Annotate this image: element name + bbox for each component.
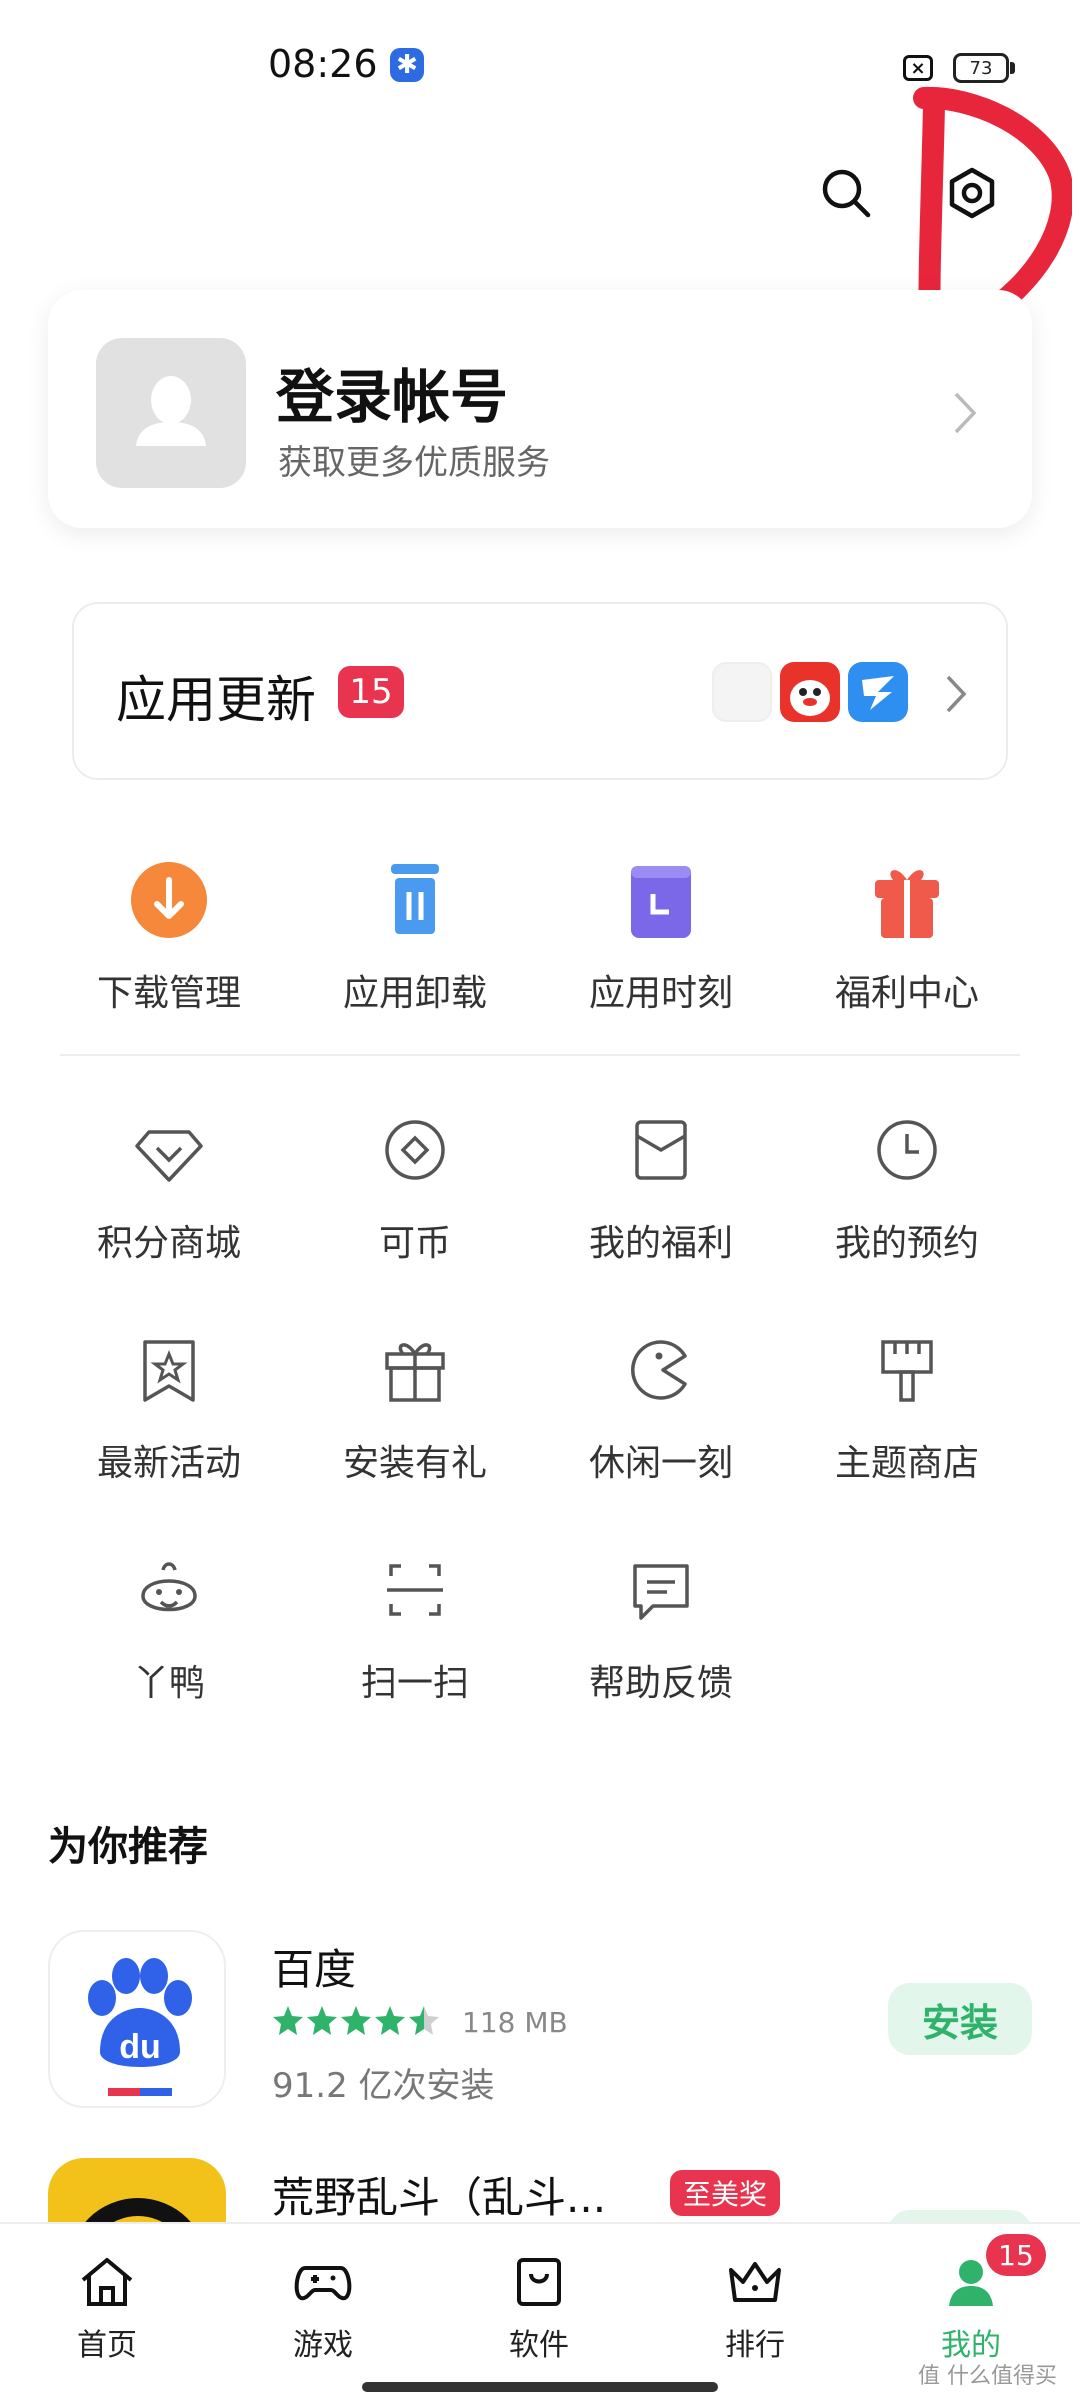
update-app-icon [780, 662, 840, 722]
person-icon [136, 376, 206, 446]
nav-ranking[interactable]: 排行 [680, 2250, 830, 2364]
grid-label: 丫鸭 [132, 1663, 205, 1704]
gamepad-icon [294, 2266, 352, 2301]
gift-icon [875, 870, 939, 938]
nav-label: 游戏 [293, 2328, 353, 2363]
app-update-label: 应用更新 [116, 671, 316, 729]
battery-tip [1010, 62, 1015, 74]
bag-icon [517, 2258, 561, 2306]
nav-apps[interactable]: 软件 [464, 2250, 614, 2364]
login-subtitle: 获取更多优质服务 [278, 443, 550, 483]
grid-label: 我的预约 [834, 1223, 979, 1264]
grid-label: 应用卸载 [342, 973, 487, 1014]
home-indicator[interactable] [362, 2382, 718, 2392]
install-button[interactable]: 安装 [888, 1983, 1032, 2055]
divider [60, 1054, 1020, 1056]
grid-label: 应用时刻 [588, 973, 733, 1014]
grid-label: 最新活动 [96, 1443, 241, 1484]
app-size: 118 MB [462, 2006, 568, 2039]
watermark: 值 什么值得买 [918, 2364, 1057, 2389]
app-moment-button[interactable]: 应用时刻 [538, 850, 784, 1016]
search-icon[interactable] [818, 165, 874, 221]
uninstall-button[interactable]: 应用卸载 [292, 850, 538, 1016]
chevron-right-icon [946, 675, 967, 713]
duck-button[interactable]: 丫鸭 [46, 1540, 292, 1706]
battery-indicator: 73 [953, 53, 1009, 83]
brush-icon [881, 1340, 933, 1402]
grid-label: 可币 [378, 1223, 451, 1264]
grid-label: 帮助反馈 [588, 1663, 733, 1704]
grid-label: 休闲一刻 [588, 1443, 733, 1484]
nav-label: 软件 [509, 2328, 569, 2363]
theme-store-button[interactable]: 主题商店 [784, 1320, 1030, 1486]
coin-icon [385, 1120, 445, 1180]
calendar-icon [631, 866, 691, 938]
my-welfare-button[interactable]: 我的福利 [538, 1100, 784, 1266]
help-feedback-button[interactable]: 帮助反馈 [538, 1540, 784, 1706]
nav-home[interactable]: 首页 [32, 2250, 182, 2364]
trash-icon [391, 864, 439, 934]
grid-label: 下载管理 [96, 973, 241, 1014]
update-app-icon [712, 662, 772, 722]
latest-activity-button[interactable]: 最新活动 [46, 1320, 292, 1486]
svg-text:du: du [119, 2028, 161, 2066]
nav-label: 首页 [77, 2328, 137, 2363]
update-app-icon [848, 662, 908, 722]
welfare-center-button[interactable]: 福利中心 [784, 850, 1030, 1016]
gear-icon[interactable] [944, 165, 1000, 221]
status-time: 08:26 [268, 42, 378, 86]
grid-label: 安装有礼 [342, 1443, 487, 1484]
app-name[interactable]: 荒野乱斗（乱斗... [272, 2164, 606, 2225]
clock-icon [877, 1120, 937, 1180]
grid-label: 积分商城 [96, 1223, 241, 1264]
my-reservation-button[interactable]: 我的预约 [784, 1100, 1030, 1266]
download-manager-button[interactable]: 下载管理 [46, 850, 292, 1016]
nav-games[interactable]: 游戏 [248, 2250, 398, 2364]
grid-label: 福利中心 [834, 973, 979, 1014]
recommend-title: 为你推荐 [48, 1824, 208, 1870]
award-badge: 至美奖 [670, 2170, 780, 2216]
giftbox-icon [385, 1343, 445, 1402]
diamond-icon [135, 1130, 203, 1182]
grid-label: 主题商店 [834, 1443, 979, 1484]
download-icon [131, 862, 207, 938]
baidu-app-icon[interactable]: du [48, 1930, 226, 2108]
envelope-icon [635, 1120, 687, 1180]
grid-label: 我的福利 [588, 1223, 733, 1264]
scan-button[interactable]: 扫一扫 [292, 1540, 538, 1706]
app-installs: 91.2 亿次安装 [272, 2066, 495, 2106]
update-count-badge: 15 [338, 666, 404, 718]
login-title[interactable]: 登录帐号 [276, 350, 508, 434]
app-name[interactable]: 百度 [272, 1936, 356, 1997]
grid-label: 扫一扫 [360, 1663, 469, 1704]
scan-icon [387, 1564, 443, 1616]
sim-off-icon: × [903, 55, 933, 81]
bookmark-star-icon [143, 1340, 195, 1402]
coin-button[interactable]: 可币 [292, 1100, 538, 1266]
avatar[interactable] [96, 338, 246, 488]
home-icon [81, 2258, 133, 2306]
pacman-icon [631, 1340, 687, 1400]
nav-label: 排行 [725, 2328, 785, 2363]
chevron-right-icon [954, 392, 977, 434]
nav-badge: 15 [986, 2234, 1046, 2276]
feedback-icon [633, 1564, 689, 1620]
points-mall-button[interactable]: 积分商城 [46, 1100, 292, 1266]
crown-icon [729, 2262, 781, 2302]
rating-stars [272, 2004, 442, 2044]
install-gift-button[interactable]: 安装有礼 [292, 1320, 538, 1486]
duck-icon [141, 1562, 197, 1612]
leisure-moment-button[interactable]: 休闲一刻 [538, 1320, 784, 1486]
notification-app-icon: ✱ [390, 48, 424, 82]
